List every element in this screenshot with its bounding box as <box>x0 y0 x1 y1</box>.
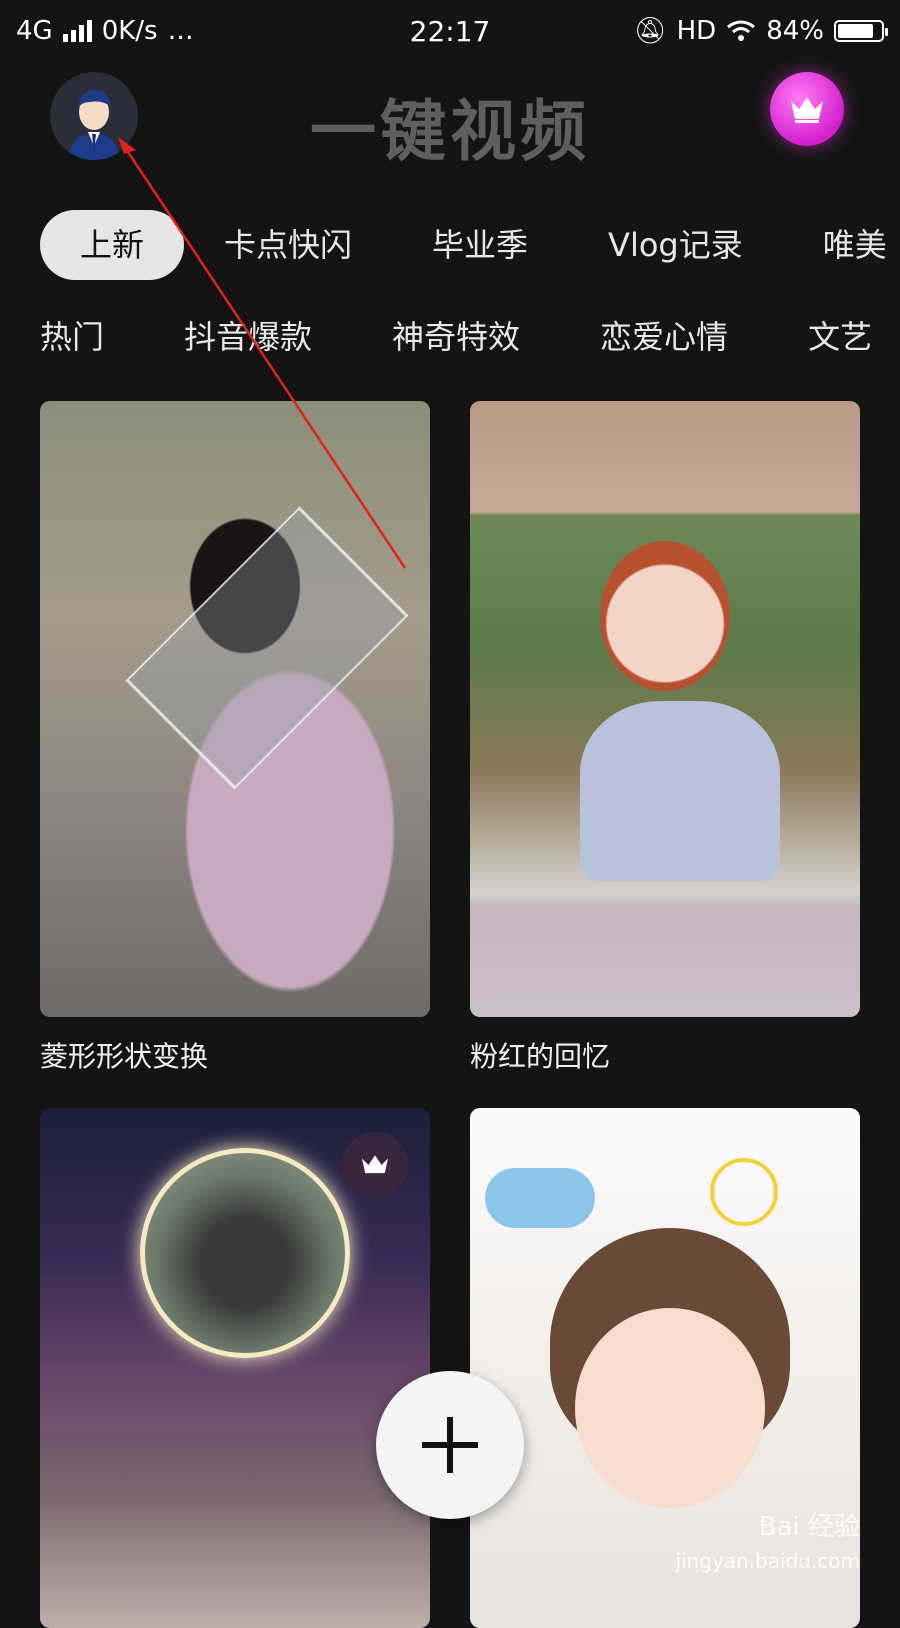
notification-icons: … <box>167 16 194 46</box>
tab-douyin-hits[interactable]: 抖音爆款 <box>184 312 312 358</box>
tab-beat-flash[interactable]: 卡点快闪 <box>184 210 392 280</box>
category-tabs-primary: 上新 卡点快闪 毕业季 Vlog记录 唯美 <box>40 210 900 280</box>
diamond-frame <box>125 506 409 790</box>
create-video-button[interactable] <box>376 1371 524 1519</box>
tab-love-mood[interactable]: 恋爱心情 <box>600 312 728 358</box>
cloud-sticker <box>485 1168 595 1228</box>
portrait-face <box>575 1308 765 1508</box>
template-card-pink-memory[interactable] <box>470 401 860 1017</box>
app-title: 一键视频 <box>310 93 590 170</box>
status-bar: 4G 0K/s … 22:17 🔕︎ HD 84% <box>0 0 900 62</box>
plus-icon <box>422 1417 478 1473</box>
crown-icon <box>791 97 823 123</box>
sun-sticker <box>710 1158 778 1226</box>
vip-button[interactable] <box>770 72 844 146</box>
category-tabs-secondary: 热门 抖音爆款 神奇特效 恋爱心情 文艺 <box>40 305 900 365</box>
watermark-url: jingyan.baidu.com <box>675 1549 860 1573</box>
status-time: 22:17 <box>409 14 491 48</box>
status-left: 4G 0K/s … <box>16 16 194 46</box>
watermark-brand: Bai 经验 <box>758 1512 860 1542</box>
tab-aesthetic[interactable]: 唯美 <box>783 210 900 280</box>
circle-frame <box>140 1148 350 1358</box>
status-right: 🔕︎ HD 84% <box>633 16 888 46</box>
network-type: 4G <box>16 16 53 46</box>
tab-magic-effects[interactable]: 神奇特效 <box>392 312 520 358</box>
crown-icon <box>362 1155 388 1174</box>
template-label: 菱形形状变换 <box>40 1040 209 1073</box>
tab-new[interactable]: 上新 <box>40 210 185 280</box>
mute-bell-icon: 🔕︎ <box>633 16 667 46</box>
template-label: 粉红的回忆 <box>470 1040 611 1073</box>
tab-vlog[interactable]: Vlog记录 <box>568 210 783 280</box>
baidu-watermark: Bai 经验 jingyan.baidu.com <box>675 1510 860 1578</box>
template-card-night-circle[interactable] <box>40 1108 430 1628</box>
network-speed: 0K/s <box>101 16 158 46</box>
portrait-face <box>600 541 730 691</box>
wifi-icon <box>727 20 756 41</box>
tab-graduation[interactable]: 毕业季 <box>392 210 568 280</box>
app-header: 一键视频 <box>0 70 900 170</box>
hd-label: HD <box>676 16 717 46</box>
tab-hot[interactable]: 热门 <box>40 312 104 358</box>
template-card-diamond[interactable] <box>40 401 430 1017</box>
battery-icon <box>834 20 888 42</box>
vip-badge <box>342 1132 408 1198</box>
signal-icon <box>62 20 92 42</box>
portrait-body <box>580 701 780 881</box>
battery-percent: 84% <box>766 16 824 46</box>
tab-artsy[interactable]: 文艺 <box>808 312 872 358</box>
